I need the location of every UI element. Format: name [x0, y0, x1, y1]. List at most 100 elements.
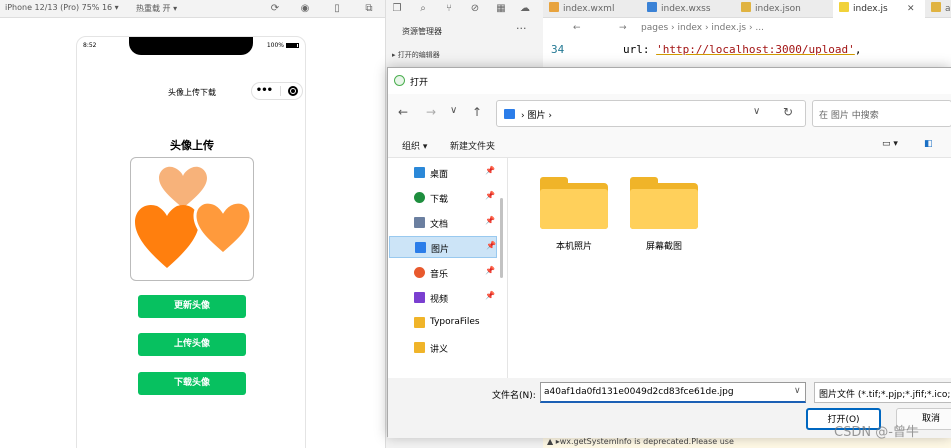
more-icon[interactable]: •••: [256, 86, 273, 96]
tab-index-wxml[interactable]: index.wxml: [549, 0, 614, 18]
nav-back-icon[interactable]: ←: [573, 18, 581, 38]
navigation-pane: 桌面 📌 下载 📌 文档 📌 图片 📌 音乐 📌 视频 📌 TyporaFile…: [388, 158, 508, 378]
sidebar-item-label: 下载: [430, 195, 449, 205]
nav-scrollbar[interactable]: [500, 198, 503, 278]
heart-light: [159, 166, 207, 208]
preview-pane-icon[interactable]: ◧: [924, 139, 933, 149]
folder-screenshots[interactable]: 屏幕截图: [618, 173, 698, 255]
folder-icon: [414, 342, 425, 353]
watermark: CSDN @-曾牛: [834, 425, 919, 440]
phone-icon[interactable]: ▯: [330, 2, 344, 16]
download-icon: [414, 192, 425, 203]
sidebar-item-pictures[interactable]: 图片 📌: [389, 236, 497, 258]
nav-forward-icon[interactable]: →: [619, 18, 627, 38]
tab-overflow[interactable]: a: [931, 0, 951, 18]
address-path: › 图片 ›: [521, 108, 552, 121]
address-separator: ›: [521, 111, 525, 121]
line-number: 34: [551, 43, 565, 56]
pictures-icon: [504, 109, 515, 119]
update-avatar-button[interactable]: 更新头像: [138, 295, 246, 318]
up-arrow-icon[interactable]: ↑: [472, 105, 482, 119]
tab-close-icon[interactable]: ✕: [907, 0, 915, 18]
folder-camera-roll[interactable]: 本机照片: [528, 173, 608, 255]
json-file-icon: [931, 2, 941, 12]
download-avatar-button[interactable]: 下载头像: [138, 372, 246, 395]
sidebar-item-typorafiles[interactable]: TyporaFiles: [389, 312, 497, 334]
close-target-icon[interactable]: [288, 86, 299, 96]
phone-frame: 8:52 100% 头像上传下载 ••• 头像上传 更新头像 上传头像 下载头像: [76, 36, 306, 448]
music-icon: [414, 267, 425, 278]
back-arrow-icon[interactable]: ←: [398, 105, 408, 119]
extensions-icon[interactable]: ▦: [494, 2, 508, 16]
address-bar[interactable]: › 图片 › ∨ ↻: [496, 100, 806, 127]
source-control-icon[interactable]: ⑂: [442, 2, 456, 16]
pin-icon: 📌: [486, 241, 496, 250]
sidebar-item-music[interactable]: 音乐 📌: [389, 262, 497, 284]
upload-heading: 头像上传: [170, 139, 214, 152]
refresh-icon[interactable]: ⟳: [268, 2, 282, 16]
filename-dropdown-icon[interactable]: ∨: [794, 386, 801, 396]
mini-program-capsule[interactable]: •••: [251, 82, 303, 100]
new-folder-button[interactable]: 新建文件夹: [450, 139, 495, 152]
sidebar-item-downloads[interactable]: 下载 📌: [389, 187, 497, 209]
filetype-select[interactable]: 图片文件 (*.tif;*.pjp;*.jfif;*.ico;: [814, 382, 951, 403]
pin-icon: 📌: [485, 166, 495, 175]
command-bar: 组织 ▾ 新建文件夹 ▭ ▾ ◧: [388, 132, 951, 158]
files-icon[interactable]: ❐: [390, 2, 404, 16]
tab-index-wxss[interactable]: index.wxss: [647, 0, 711, 18]
heart-dark: [135, 204, 199, 268]
code-editor[interactable]: 34 url: 'http://localhost:3000/upload',: [543, 38, 951, 66]
address-dropdown-icon[interactable]: ∨: [753, 106, 760, 117]
window-icon[interactable]: ⧉: [362, 2, 376, 16]
pictures-icon: [415, 242, 426, 253]
tab-label: index.json: [755, 4, 801, 14]
filename-value: a40af1da0fd131e0049d2cd83fce61de.jpg: [544, 387, 734, 397]
simulator-area: 8:52 100% 头像上传下载 ••• 头像上传 更新头像 上传头像 下载头像: [0, 18, 385, 448]
explorer-title: 资源管理器: [402, 27, 442, 36]
explorer-more-icon[interactable]: ···: [516, 22, 527, 35]
refresh-icon[interactable]: ↻: [783, 105, 793, 119]
folder-label: 本机照片: [555, 242, 592, 252]
device-selector[interactable]: iPhone 12/13 (Pro) 75% 16 ▾: [5, 3, 119, 12]
wxss-file-icon: [647, 2, 657, 12]
sidebar-item-videos[interactable]: 视频 📌: [389, 287, 497, 309]
code-key: url:: [623, 43, 657, 56]
folder-icon: [630, 177, 698, 231]
tab-index-js[interactable]: index.js ✕: [833, 0, 925, 18]
breadcrumb-path[interactable]: pages › index › index.js › ...: [641, 18, 764, 38]
js-file-icon: [839, 2, 849, 12]
hearts-image: [135, 166, 253, 268]
cloud-icon[interactable]: ☁: [518, 2, 532, 16]
sidebar-item-lecture[interactable]: 讲义: [389, 337, 497, 359]
file-list: 本机照片 屏幕截图: [508, 158, 951, 378]
recent-dropdown-icon[interactable]: ∨: [450, 105, 457, 116]
video-icon: [414, 292, 425, 303]
sidebar-item-desktop[interactable]: 桌面 📌: [389, 162, 497, 184]
search-placeholder: 在 图片 中搜索: [819, 111, 879, 121]
folder-icon: [540, 177, 608, 231]
tab-label: index.wxml: [563, 4, 615, 14]
battery-icon: [286, 43, 299, 48]
document-icon: [414, 217, 425, 228]
organize-button[interactable]: 组织 ▾: [402, 139, 427, 152]
view-menu-icon[interactable]: ▭ ▾: [882, 139, 898, 149]
tab-label: index.js: [853, 4, 888, 14]
debug-icon[interactable]: ⊘: [468, 2, 482, 16]
tab-index-json[interactable]: index.json: [741, 0, 801, 18]
capsule-divider: [279, 86, 281, 96]
pin-icon: 📌: [485, 291, 495, 300]
filename-input[interactable]: a40af1da0fd131e0049d2cd83fce61de.jpg ∨: [540, 382, 806, 403]
upload-avatar-button[interactable]: 上传头像: [138, 333, 246, 356]
status-time: 8:52: [83, 42, 97, 49]
code-tail: ,: [854, 43, 862, 56]
pin-icon: 📌: [485, 266, 495, 275]
open-editors-section[interactable]: ▸ 打开的编辑器: [392, 50, 440, 60]
search-icon[interactable]: ⌕: [416, 2, 430, 16]
sidebar-item-label: 视频: [430, 295, 449, 305]
hot-reload-toggle[interactable]: 热重载 开 ▾: [136, 3, 177, 14]
sidebar-item-documents[interactable]: 文档 📌: [389, 212, 497, 234]
search-box[interactable]: 在 图片 中搜索: [812, 100, 951, 127]
record-icon[interactable]: ◉: [298, 2, 312, 16]
open-editors-label: 打开的编辑器: [397, 51, 440, 59]
forward-arrow-icon[interactable]: →: [426, 105, 436, 119]
